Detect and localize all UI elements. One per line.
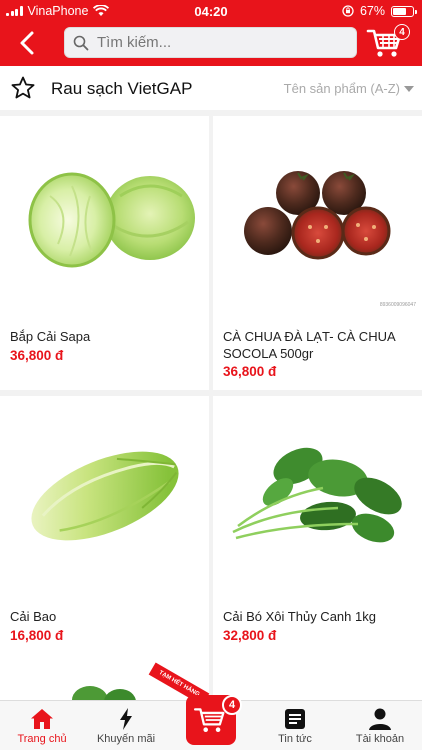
product-image-tomatoes xyxy=(213,116,422,316)
product-barcode: 8936009096047 xyxy=(379,302,416,308)
app-header: VinaPhone 04:20 67% 4 xyxy=(0,0,422,66)
header-cart-button[interactable]: 4 xyxy=(366,24,412,62)
rotation-lock-icon xyxy=(342,5,354,17)
product-card[interactable]: Cải Bao 16,800 đ xyxy=(0,396,209,670)
product-image-cabbage xyxy=(0,116,209,316)
tab-news[interactable]: Tin tức xyxy=(253,701,337,750)
cart-count-badge: 4 xyxy=(222,695,242,715)
sort-label: Tên sản phẩm (A-Z) xyxy=(283,81,400,96)
home-icon xyxy=(31,709,53,729)
battery-icon xyxy=(391,5,417,17)
user-icon xyxy=(369,708,391,730)
cart-count-badge: 4 xyxy=(394,24,410,40)
product-card[interactable]: Cải Bó Xôi Thủy Canh 1kg 32,800 đ xyxy=(213,396,422,670)
lightning-icon xyxy=(120,708,132,730)
product-card[interactable] xyxy=(213,660,422,700)
product-name: Cải Bó Xôi Thủy Canh 1kg xyxy=(223,609,376,624)
category-bar: Rau sạch VietGAP Tên sản phẩm (A-Z) xyxy=(0,66,422,110)
tab-account[interactable]: Tài khoản xyxy=(338,701,422,750)
product-name: Bắp Cải Sapa xyxy=(10,329,91,344)
search-input[interactable] xyxy=(97,34,337,51)
tab-label: Tài khoản xyxy=(355,733,405,745)
bottom-tab-bar: Trang chủ Khuyến mãi 4 Tin tức Tài khoản xyxy=(0,695,422,750)
product-price: 32,800 đ xyxy=(223,628,277,643)
search-bar[interactable] xyxy=(64,27,357,58)
product-price: 16,800 đ xyxy=(10,628,64,643)
sort-dropdown[interactable]: Tên sản phẩm (A-Z) xyxy=(284,81,414,96)
tab-label: Trang chủ xyxy=(17,733,67,745)
status-bar: VinaPhone 04:20 67% xyxy=(0,0,422,22)
product-price: 36,800 đ xyxy=(10,348,64,363)
tab-label: Khuyến mãi xyxy=(96,733,156,745)
product-image-greens xyxy=(72,686,136,700)
category-title: Rau sạch VietGAP xyxy=(51,79,193,98)
product-card[interactable]: Bắp Cải Sapa 36,800 đ xyxy=(0,116,209,390)
product-name: CÀ CHUA ĐÀ LẠT- CÀ CHUA SOCOLA 500gr xyxy=(223,329,395,361)
tab-label: Tin tức xyxy=(278,733,312,745)
caret-down-icon xyxy=(404,85,414,92)
product-card[interactable]: 8936009096047 CÀ CHUA ĐÀ LẠT- CÀ CHUA SO… xyxy=(213,116,422,390)
product-name: Cải Bao xyxy=(10,609,57,624)
news-icon xyxy=(285,709,305,729)
product-image-napa-cabbage xyxy=(0,396,209,596)
tab-home[interactable]: Trang chủ xyxy=(0,701,84,750)
back-button[interactable] xyxy=(12,28,44,58)
chevron-left-icon xyxy=(20,31,34,55)
product-image-spinach xyxy=(213,396,422,596)
product-price: 36,800 đ xyxy=(223,364,277,379)
battery-percent: 67% xyxy=(359,4,385,18)
search-icon xyxy=(73,35,89,50)
tab-promotions[interactable]: Khuyến mãi xyxy=(84,701,168,750)
star-icon[interactable] xyxy=(10,75,36,101)
